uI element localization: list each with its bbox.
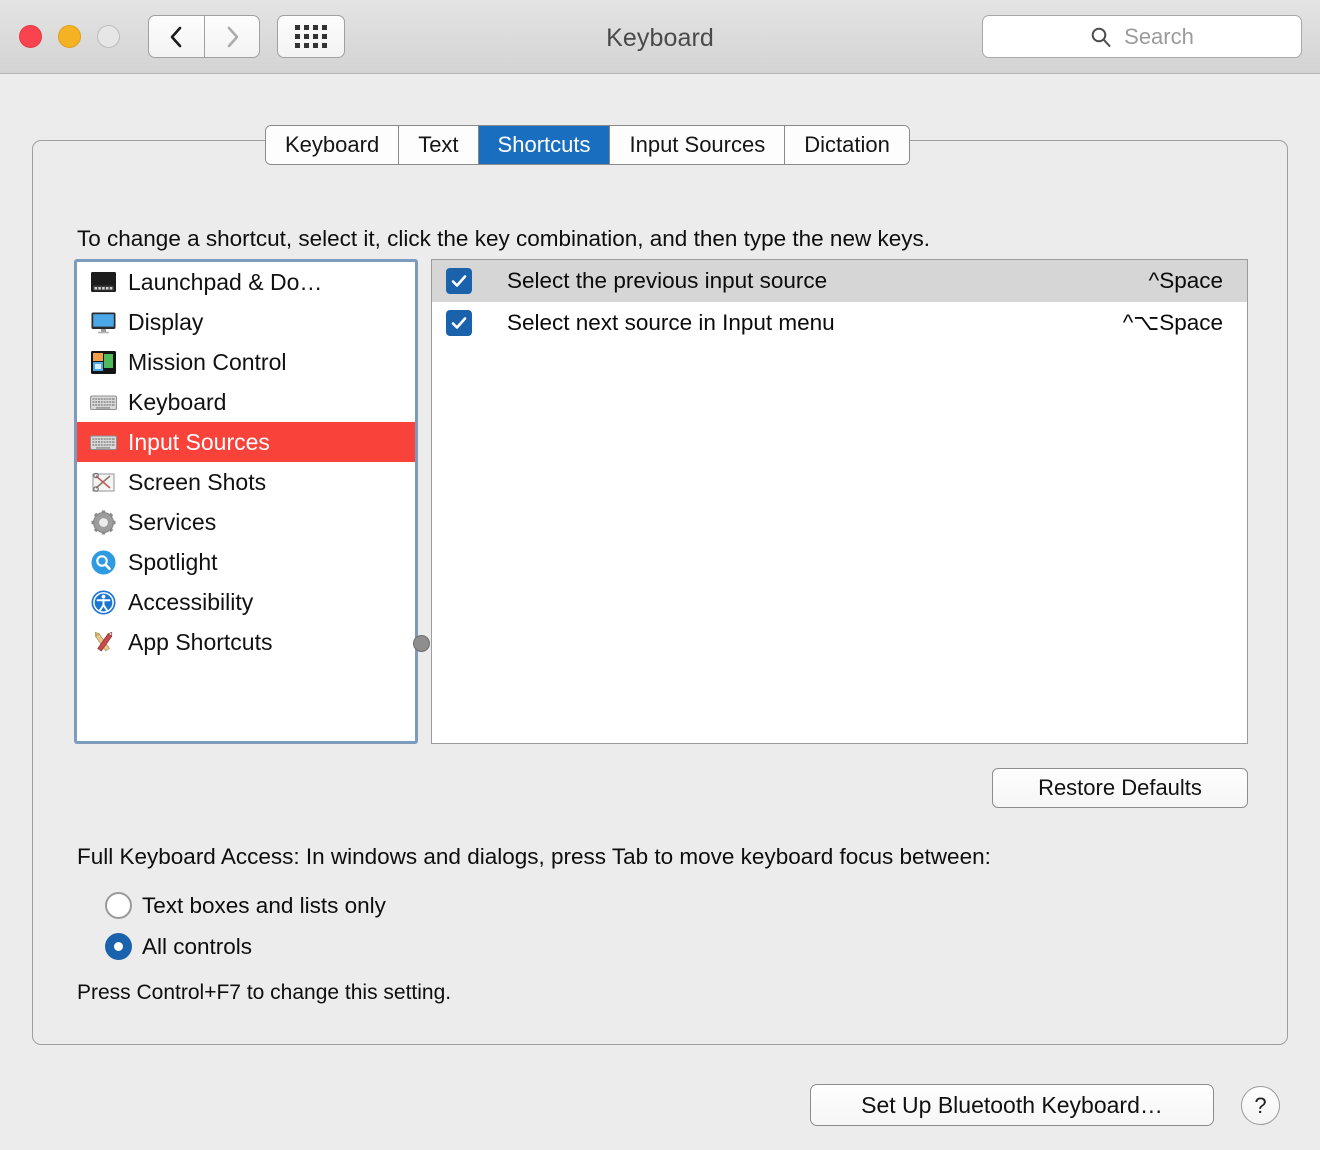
- shortcut-name: Select the previous input source: [507, 268, 828, 293]
- search-icon: [1091, 27, 1111, 47]
- sidebar-item-label: Screen Shots: [128, 468, 267, 495]
- tab-bar: Keyboard Text Shortcuts Input Sources Di…: [265, 125, 910, 165]
- full-keyboard-access-label: Full Keyboard Access: In windows and dia…: [77, 844, 991, 869]
- services-gear-icon: [90, 509, 117, 536]
- launchpad-dock-icon: [90, 269, 117, 296]
- sidebar-item-services[interactable]: Services: [77, 502, 415, 542]
- instruction-text: To change a shortcut, select it, click t…: [77, 226, 930, 251]
- set-up-bluetooth-keyboard-button[interactable]: Set Up Bluetooth Keyboard…: [810, 1084, 1214, 1126]
- sidebar-item-label: Keyboard: [128, 388, 227, 415]
- radio-label: All controls: [142, 933, 253, 959]
- app-shortcuts-icon: [90, 629, 117, 656]
- radio-all-controls[interactable]: All controls: [105, 933, 252, 960]
- tab-text[interactable]: Text: [399, 126, 479, 164]
- sidebar-item-label: Services: [128, 508, 217, 535]
- sidebar-item-mission-control[interactable]: Mission Control: [77, 342, 415, 382]
- sidebar-item-label: App Shortcuts: [128, 628, 273, 655]
- sidebar-item-app-shortcuts[interactable]: App Shortcuts: [77, 622, 415, 662]
- sidebar-splitter-handle[interactable]: [413, 635, 430, 652]
- checkmark-icon: [451, 317, 467, 329]
- mission-control-icon: [90, 349, 117, 376]
- screen-shots-icon: [90, 469, 117, 496]
- shortcut-category-list[interactable]: Launchpad & Do… Display Mission Control …: [74, 259, 418, 744]
- shortcut-name: Select next source in Input menu: [507, 310, 835, 335]
- sidebar-item-launchpad-dock[interactable]: Launchpad & Do…: [77, 262, 415, 302]
- sidebar-item-spotlight[interactable]: Spotlight: [77, 542, 415, 582]
- sidebar-item-keyboard[interactable]: Keyboard: [77, 382, 415, 422]
- tab-dictation[interactable]: Dictation: [785, 126, 909, 164]
- shortcut-key[interactable]: ^Space: [1149, 268, 1223, 294]
- tab-input-sources[interactable]: Input Sources: [610, 126, 786, 164]
- sidebar-item-label: Input Sources: [128, 428, 270, 455]
- radio-text-boxes-and-lists-only[interactable]: Text boxes and lists only: [105, 892, 386, 919]
- sidebar-item-label: Accessibility: [128, 588, 254, 615]
- input-sources-icon: [90, 429, 117, 456]
- search-field[interactable]: Search: [982, 15, 1302, 58]
- display-icon: [90, 309, 117, 336]
- spotlight-icon: [90, 549, 117, 576]
- control-f7-hint: Press Control+F7 to change this setting.: [77, 981, 452, 1004]
- shortcut-list[interactable]: Select the previous input source ^Space …: [431, 259, 1248, 744]
- accessibility-icon: [90, 589, 117, 616]
- shortcut-checkbox[interactable]: [446, 268, 472, 294]
- restore-defaults-button[interactable]: Restore Defaults: [992, 768, 1248, 808]
- shortcut-key[interactable]: ^⌥Space: [1123, 310, 1223, 336]
- help-button[interactable]: ?: [1241, 1086, 1280, 1125]
- tab-shortcuts[interactable]: Shortcuts: [478, 126, 611, 164]
- preferences-panel: To change a shortcut, select it, click t…: [32, 140, 1288, 1045]
- checkmark-icon: [451, 275, 467, 287]
- shortcut-row[interactable]: Select the previous input source ^Space: [432, 260, 1247, 302]
- sidebar-item-accessibility[interactable]: Accessibility: [77, 582, 415, 622]
- radio-button[interactable]: [105, 933, 132, 960]
- shortcut-row[interactable]: Select next source in Input menu ^⌥Space: [432, 302, 1247, 344]
- sidebar-item-label: Launchpad & Do…: [128, 268, 323, 295]
- sidebar-item-input-sources[interactable]: Input Sources: [77, 422, 415, 462]
- sidebar-item-screen-shots[interactable]: Screen Shots: [77, 462, 415, 502]
- tab-keyboard[interactable]: Keyboard: [266, 126, 400, 164]
- window-titlebar: Keyboard Search: [0, 0, 1320, 74]
- sidebar-item-display[interactable]: Display: [77, 302, 415, 342]
- radio-button[interactable]: [105, 892, 132, 919]
- sidebar-item-label: Display: [128, 308, 204, 335]
- shortcut-checkbox[interactable]: [446, 310, 472, 336]
- keyboard-icon: [90, 389, 117, 416]
- radio-label: Text boxes and lists only: [142, 892, 386, 918]
- search-placeholder: Search: [1124, 23, 1194, 49]
- sidebar-item-label: Mission Control: [128, 348, 287, 375]
- sidebar-item-label: Spotlight: [128, 548, 218, 575]
